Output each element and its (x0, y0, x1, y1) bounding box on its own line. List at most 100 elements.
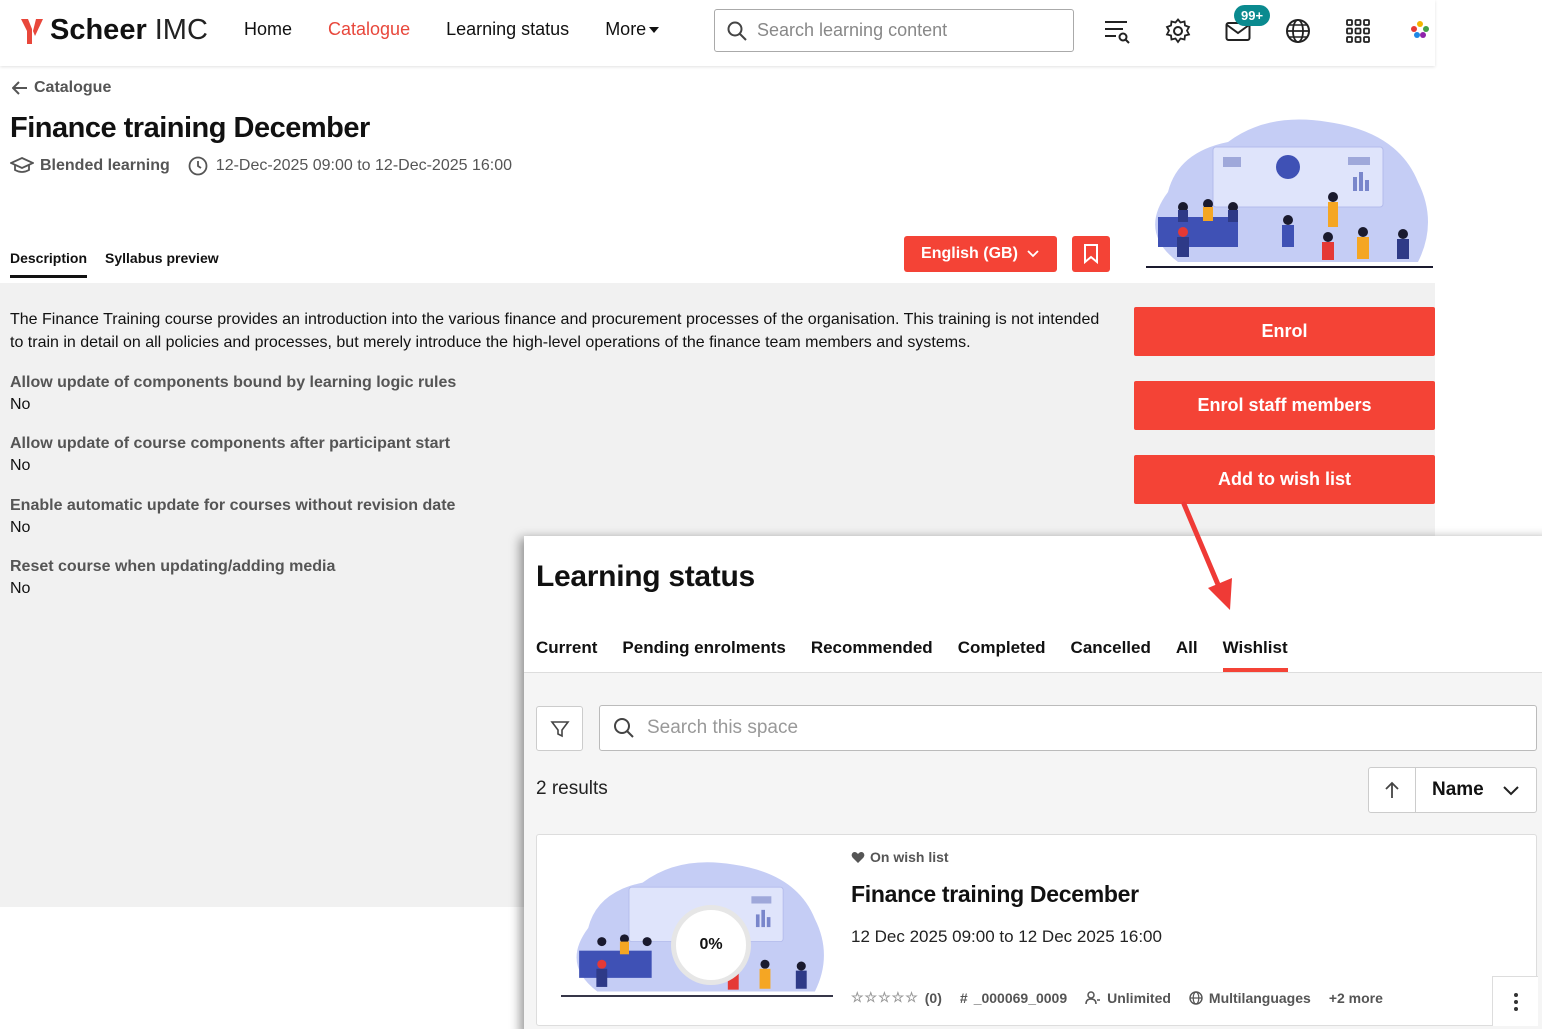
app-logo[interactable]: Scheer IMC (20, 14, 208, 47)
capacity: Unlimited (1085, 990, 1171, 1006)
sort-direction-button[interactable] (1369, 768, 1416, 812)
setting-value: No (10, 519, 31, 536)
global-search (714, 9, 1074, 52)
course-meta: Blended learning 12-Dec-2025 09:00 to 12… (10, 156, 512, 176)
globe-icon[interactable] (1285, 18, 1311, 44)
notification-badge: 99+ (1234, 5, 1271, 26)
tab-syllabus-preview[interactable]: Syllabus preview (105, 250, 219, 278)
wishlist-tag: On wish list (851, 849, 949, 865)
setting-value: No (10, 396, 31, 413)
course-type: Blended learning (40, 157, 170, 174)
arrow-left-icon (12, 81, 27, 95)
course-date: 12-Dec-2025 09:00 to 12-Dec-2025 16:00 (215, 157, 512, 174)
tab-wishlist[interactable]: Wishlist (1222, 638, 1288, 672)
setting-field: Enable automatic update for courses with… (10, 497, 455, 537)
course-code-value: _000069_0009 (973, 989, 1068, 1006)
more-vertical-icon (1513, 992, 1518, 1011)
card-meta: ☆☆☆☆☆ (0) # _000069_0009 Unlimited Multi… (851, 989, 1401, 1006)
card-date: 12 Dec 2025 09:00 to 12 Dec 2025 16:00 (851, 927, 1162, 946)
main-nav: Home Catalogue Learning status More (244, 19, 695, 40)
sort-by-select[interactable]: Name (1416, 768, 1536, 812)
star-rating-icon: ☆☆☆☆☆ (851, 989, 919, 1005)
user-avatar-icon[interactable] (1407, 18, 1433, 44)
tab-pending-enrolments[interactable]: Pending enrolments (622, 638, 785, 672)
logo-mark-icon (21, 18, 43, 44)
tab-completed[interactable]: Completed (958, 638, 1046, 672)
course-illustration (1138, 112, 1438, 272)
course-tabs: Description Syllabus preview (10, 250, 237, 278)
top-bar: Scheer IMC Home Catalogue Learning statu… (0, 0, 1435, 66)
tab-current[interactable]: Current (536, 638, 597, 672)
enrol-staff-button[interactable]: Enrol staff members (1134, 381, 1435, 430)
nav-home[interactable]: Home (244, 19, 292, 40)
card-illustration: 0% (561, 853, 833, 1003)
heart-icon (851, 851, 865, 863)
language-select-label: English (GB) (921, 245, 1018, 262)
chevron-down-icon (1027, 250, 1039, 258)
results-count: 2 results (536, 778, 608, 799)
bookmark-button[interactable] (1072, 236, 1110, 272)
setting-field: Allow update of course components after … (10, 435, 450, 475)
language-value: Multilanguages (1208, 989, 1311, 1006)
bookmark-icon (1084, 244, 1098, 264)
course-illustration-image (1146, 119, 1433, 268)
setting-value: No (10, 580, 31, 597)
more-attributes[interactable]: +2 more (1329, 990, 1383, 1006)
tab-description[interactable]: Description (10, 250, 88, 278)
language-select[interactable]: English (GB) (904, 236, 1057, 272)
arrow-up-icon (1385, 781, 1399, 798)
enrol-button[interactable]: Enrol (1134, 307, 1435, 356)
more-attributes-label: +2 more (1328, 989, 1383, 1006)
nav-catalogue[interactable]: Catalogue (328, 19, 410, 40)
clock-icon (188, 156, 208, 176)
course-title: Finance training December (10, 112, 370, 144)
learning-status-panel: Learning status Current Pending enrolmen… (524, 536, 1542, 1029)
setting-field: Allow update of components bound by lear… (10, 374, 456, 414)
hash-icon: # (959, 989, 968, 1006)
setting-label: Reset course when updating/adding media (10, 558, 336, 575)
nav-learning-status[interactable]: Learning status (446, 19, 569, 40)
filter-icon (549, 720, 570, 737)
add-to-wishlist-button[interactable]: Add to wish list (1134, 455, 1435, 504)
setting-field: Reset course when updating/adding media … (10, 558, 335, 598)
language-info: Multilanguages (1189, 990, 1311, 1006)
user-icon (1085, 990, 1101, 1004)
setting-value: No (10, 457, 31, 474)
space-search (599, 705, 1537, 751)
learning-status-title: Learning status (536, 560, 755, 593)
course-card[interactable]: 0% On wish list Finance training Decembe… (536, 834, 1538, 1026)
graduation-cap-icon (10, 157, 34, 173)
card-menu-button[interactable] (1492, 976, 1538, 1026)
capacity-value: Unlimited (1107, 989, 1171, 1006)
learning-status-tabs: Current Pending enrolments Recommended C… (536, 638, 1313, 672)
setting-label: Allow update of course components after … (10, 435, 451, 452)
wishlist-tag-label: On wish list (870, 849, 949, 865)
rating-count: (0) (924, 989, 942, 1006)
tab-cancelled[interactable]: Cancelled (1071, 638, 1151, 672)
back-link-label: Catalogue (34, 79, 112, 96)
global-search-input[interactable] (757, 20, 1047, 41)
progress-indicator: 0% (671, 905, 751, 985)
rating: ☆☆☆☆☆ (0) (851, 989, 942, 1006)
nav-more[interactable]: More (605, 19, 659, 40)
course-description: The Finance Training course provides an … (10, 311, 1100, 351)
search-icon (727, 21, 747, 41)
gear-icon[interactable] (1165, 18, 1191, 44)
tab-all[interactable]: All (1176, 638, 1198, 672)
apps-grid-icon[interactable] (1345, 18, 1371, 44)
sort-control: Name (1368, 767, 1537, 813)
tab-recommended[interactable]: Recommended (811, 638, 933, 672)
chevron-down-icon (1503, 786, 1519, 796)
list-search-icon[interactable] (1104, 18, 1130, 44)
setting-label: Enable automatic update for courses with… (10, 497, 456, 514)
setting-label: Allow update of components bound by lear… (10, 374, 457, 391)
space-search-input[interactable] (647, 717, 1507, 739)
course-code: # _000069_0009 (960, 990, 1067, 1006)
back-link[interactable]: Catalogue (12, 79, 111, 97)
globe-icon (1189, 990, 1203, 1005)
card-title[interactable]: Finance training December (851, 881, 1139, 908)
filter-button[interactable] (536, 706, 583, 751)
logo-text-bold: Scheer (50, 14, 147, 46)
logo-text-regular: IMC (154, 14, 208, 46)
sort-by-label: Name (1432, 779, 1484, 800)
